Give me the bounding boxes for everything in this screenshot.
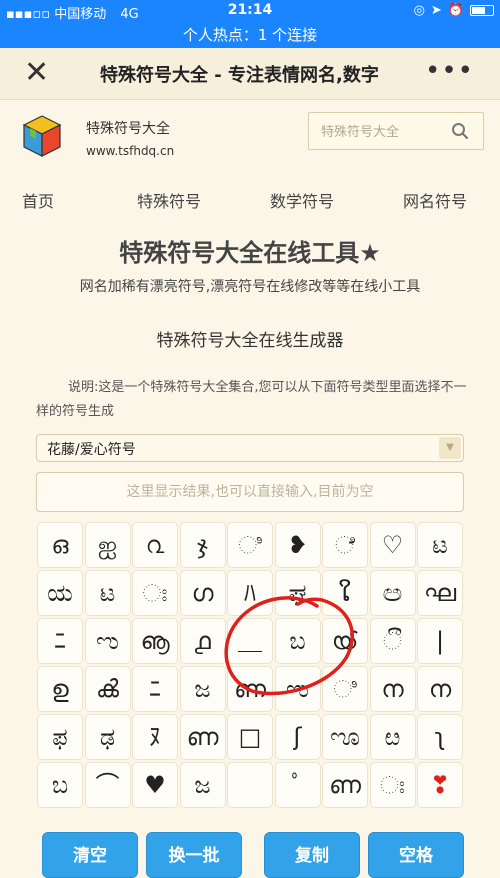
more-icon[interactable]: ••• (425, 56, 474, 86)
symbol-cell[interactable]: ໃ (322, 570, 368, 616)
symbol-cell[interactable]: ഘ (417, 570, 463, 616)
battery-icon (470, 5, 494, 16)
symbol-cell[interactable]: ൨ (132, 522, 178, 568)
symbol-cell[interactable]: ണ (227, 666, 273, 712)
browser-nav-bar: ✕ 特殊符号大全 - 专注表情网名,数字 ••• (0, 48, 500, 100)
symbol-cell[interactable]: ﾊ (227, 570, 273, 616)
symbol-cell[interactable]: ಜ (179, 666, 226, 712)
symbol-cell[interactable]: □ (227, 714, 273, 760)
symbol-cell[interactable]: ஐ (84, 522, 131, 568)
symbol-cell[interactable]: ന (369, 666, 416, 712)
symbol-cell[interactable]: ﾇ (132, 714, 178, 760)
symbol-cell[interactable]: ಯ (37, 570, 83, 616)
symbol-cell[interactable]: ണ (179, 714, 226, 760)
copy-button[interactable]: 复制 (264, 832, 360, 878)
symbol-cell[interactable]: ﾆ (37, 618, 83, 664)
symbol-cell[interactable]: ❣ (417, 762, 463, 808)
symbol-cell[interactable]: ❥ (274, 522, 321, 568)
symbol-cell[interactable]: | (417, 618, 463, 664)
symbol-type-select[interactable]: 花藤/爱心符号 ▼ (36, 434, 464, 462)
shuffle-button[interactable]: 换一批 (146, 832, 242, 878)
symbol-cell[interactable]: ಌ (84, 618, 131, 664)
main-heading: 特殊符号大全在线工具★ (119, 239, 381, 267)
menu-item-home[interactable]: 首页 (22, 188, 54, 212)
symbol-cell[interactable]: ൕ (322, 618, 368, 664)
symbol-cell[interactable]: ＿ (227, 618, 273, 664)
symbol-cell[interactable]: ೆ (322, 522, 368, 568)
symbol-cell[interactable]: ʃ (274, 714, 321, 760)
symbol-cell[interactable]: ﾟ (274, 762, 321, 808)
symbol-cell[interactable]: ♥ (132, 762, 178, 808)
symbol-cell[interactable]: ണ (322, 762, 368, 808)
symbol-cell[interactable]: ൿ (84, 666, 131, 712)
menu-item-special-symbols[interactable]: 特殊符号 (137, 188, 201, 212)
search-input[interactable] (321, 121, 445, 143)
symbol-cell[interactable]: ﾆ (132, 666, 178, 712)
site-url[interactable]: www.tsfhdq.cn (86, 144, 174, 158)
clear-button[interactable]: 清空 (42, 832, 138, 878)
alarm-icon: ⏰ (447, 3, 464, 18)
symbol-cell[interactable]: ಘ (274, 570, 321, 616)
symbol-cell[interactable]: ಬ (274, 618, 321, 664)
symbol-cell[interactable]: ಃ (132, 570, 178, 616)
symbol-cell[interactable]: ಬ (37, 762, 83, 808)
symbol-cell[interactable]: ಌ (274, 666, 321, 712)
selected-type: 花藤/爱心符号 (47, 442, 136, 458)
symbol-cell[interactable]: ಜ (179, 762, 226, 808)
symbol-cell[interactable]: ഗ (179, 570, 226, 616)
symbol-cell[interactable]: ೞ (369, 714, 416, 760)
symbol-cell[interactable]: ന (417, 666, 463, 712)
location-icon: ➤ (430, 3, 442, 18)
symbol-cell[interactable]: ჯ (179, 522, 226, 568)
page-title: 特殊符号大全 - 专注表情网名,数字 (100, 65, 379, 86)
status-bar: ▪▪▪▫▫ 中国移动 4G 21:14 ◎ ➤ ⏰ (0, 0, 500, 22)
menu-item-math-symbols[interactable]: 数学符号 (270, 188, 334, 212)
result-input[interactable]: 这里显示结果,也可以直接输入,目前为空 (36, 472, 464, 512)
symbol-cell[interactable]: ಿ (227, 522, 273, 568)
space-button[interactable]: 空格 (368, 832, 464, 878)
symbol-cell[interactable]: ೡ (322, 714, 368, 760)
symbol-cell[interactable]: ♡ (369, 522, 416, 568)
chevron-down-icon: ▼ (439, 437, 461, 459)
generator-title: 特殊符号大全在线生成器 (156, 331, 344, 351)
subtitle: 网名加稀有漂亮符号,漂亮符号在线修改等等在线小工具 (79, 279, 421, 295)
symbol-cell[interactable]: ඏ (369, 570, 416, 616)
symbol-cell[interactable]: ഒ (37, 522, 83, 568)
symbol-grid: ഒ ஐ ൨ ჯ ಿ ❥ ೆ ♡ ಟ ಯ ಟ ಃ ഗ ﾊ ಘ ໃ ඏ ഘ ﾆ ಌ … (37, 522, 465, 818)
symbol-cell[interactable]: ൧ (179, 618, 226, 664)
symbol-cell[interactable]: ಃ (369, 762, 416, 808)
search-box (308, 112, 484, 150)
site-logo[interactable] (22, 114, 62, 158)
menu-item-nickname-symbols[interactable]: 网名符号 (403, 188, 467, 212)
symbol-cell[interactable]: ಢ (84, 714, 131, 760)
symbol-cell[interactable]: ഉ (37, 666, 83, 712)
symbol-cell[interactable]: ಟ (417, 522, 463, 568)
symbol-cell[interactable]: ಟ (84, 570, 131, 616)
symbol-cell[interactable]: ಫ (37, 714, 83, 760)
symbol-cell[interactable]: ⌒ (84, 762, 131, 808)
description-text: 说明:这是一个特殊符号大全集合,您可以从下面符号类型里面选择不一样的符号生成 (36, 380, 467, 419)
close-icon[interactable]: ✕ (24, 58, 49, 88)
symbol-cell[interactable]: ʅ (417, 714, 463, 760)
site-name[interactable]: 特殊符号大全 (86, 118, 170, 138)
lock-rotation-icon: ◎ (413, 3, 425, 18)
search-icon[interactable] (451, 122, 469, 140)
symbol-cell[interactable] (227, 762, 273, 808)
symbol-cell[interactable]: ಿ (322, 666, 368, 712)
main-menu: 首页 特殊符号 数学符号 网名符号 (0, 188, 500, 214)
symbol-cell[interactable]: ൡ (132, 618, 178, 664)
symbol-cell[interactable]: ී (369, 618, 416, 664)
hotspot-banner[interactable]: 个人热点：1 个连接 (0, 22, 500, 48)
status-icons: ◎ ➤ ⏰ (414, 3, 494, 18)
